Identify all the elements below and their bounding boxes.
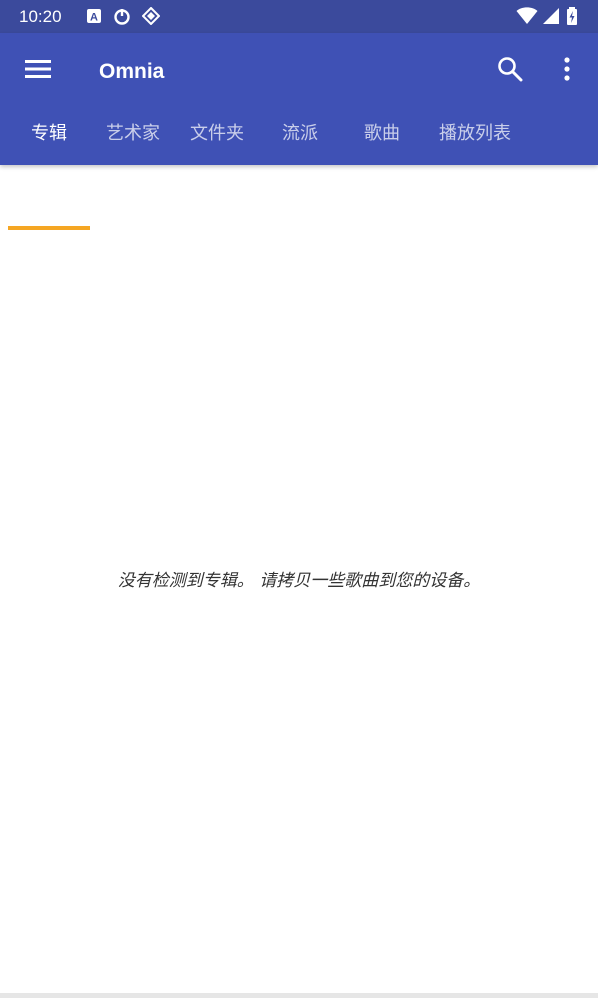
status-time: 10:20 (19, 7, 62, 26)
tab-songs[interactable]: 歌曲 (344, 99, 420, 165)
menu-button[interactable] (14, 47, 62, 95)
app-bar: Omnia 专辑 艺术家 文件夹 流派 歌曲 播放列表 (0, 33, 598, 230)
tab-artists[interactable]: 艺术家 (94, 99, 172, 165)
empty-state-message: 没有检测到专辑。 请拷贝一些歌曲到您的设备。 (117, 571, 481, 591)
battery-charging-icon (565, 7, 579, 25)
status-bar: 10:20 A (0, 0, 598, 33)
search-button[interactable] (486, 47, 534, 95)
signal-icon (542, 7, 560, 25)
svg-text:A: A (90, 12, 98, 24)
tab-folders[interactable]: 文件夹 (178, 99, 256, 165)
wifi-icon (516, 7, 538, 25)
app-title: Omnia (99, 60, 165, 83)
tab-albums[interactable]: 专辑 (8, 99, 90, 165)
menu-icon (25, 56, 51, 86)
tab-genres[interactable]: 流派 (262, 99, 338, 165)
tab-indicator (8, 226, 90, 230)
a-badge-icon: A (85, 7, 103, 25)
search-icon (497, 56, 523, 86)
more-vert-icon (563, 56, 571, 86)
diamond-icon (141, 6, 161, 26)
tab-bar: 专辑 艺术家 文件夹 流派 歌曲 播放列表 (0, 99, 598, 230)
overflow-menu-button[interactable] (543, 47, 591, 95)
power-icon (113, 7, 131, 25)
bottom-edge (0, 993, 598, 998)
tab-playlists[interactable]: 播放列表 (426, 99, 524, 165)
